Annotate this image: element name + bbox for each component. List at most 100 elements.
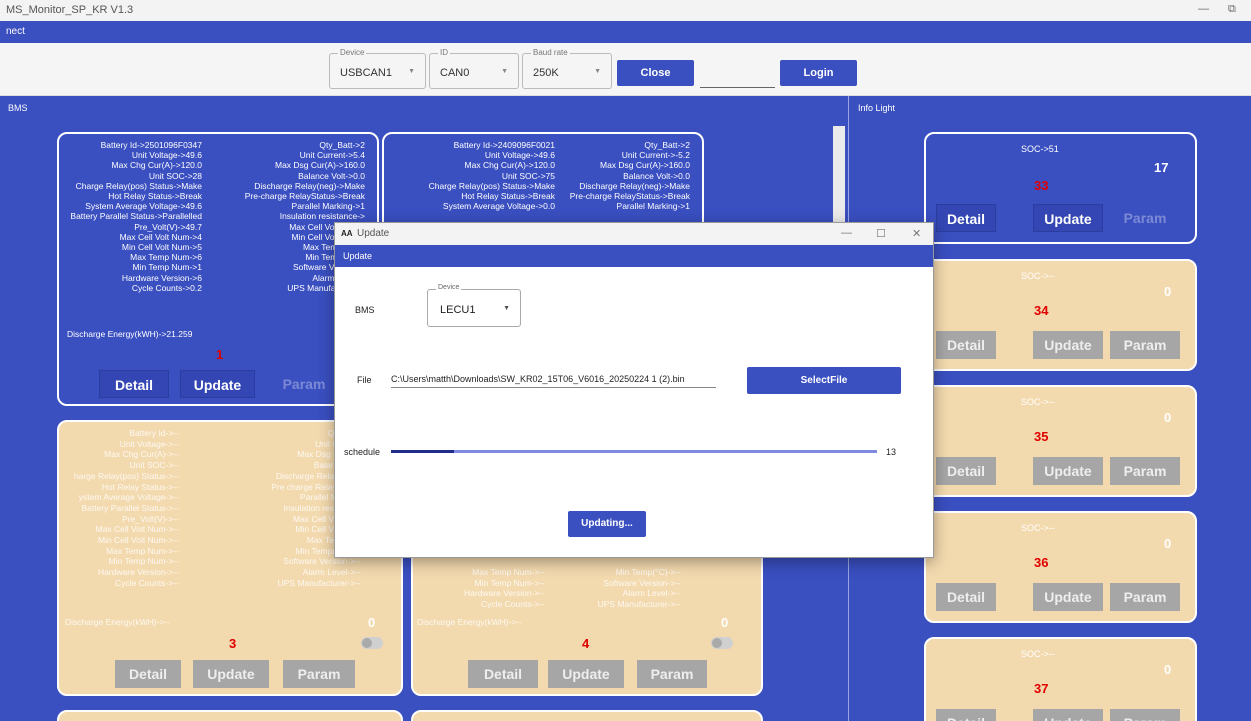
info-card-number: 37 <box>1034 681 1049 696</box>
param-button[interactable]: Param <box>1110 331 1180 359</box>
select-file-button[interactable]: SelectFile <box>747 367 901 394</box>
update-button[interactable]: Update <box>193 660 269 688</box>
login-input[interactable] <box>700 87 775 88</box>
battery-field: Discharge Relay(neg)->Make <box>254 180 365 191</box>
info-card-34: SOC->-- 0 34 Detail Update Param <box>924 259 1197 371</box>
restore-button[interactable]: ⧉ <box>1228 3 1236 16</box>
updating-button[interactable]: Updating... <box>568 511 646 537</box>
param-button[interactable]: Param <box>637 660 707 688</box>
param-button[interactable]: Param <box>1110 709 1180 721</box>
battery-field: Pre_Volt(V)->49.7 <box>134 221 202 232</box>
battery-field: Hot Relay Status->Break <box>461 191 555 201</box>
device-select[interactable]: Device USBCAN1 ▼ <box>329 48 426 89</box>
battery-field: Balance Volt->0.0 <box>623 170 690 181</box>
menu-connect[interactable]: nect <box>6 26 25 37</box>
battery-field: Cycle Counts->-- <box>114 577 179 588</box>
param-button[interactable]: Param <box>265 370 343 398</box>
battery-card-number: 4 <box>582 636 590 651</box>
info-light-section-label: Info Light <box>858 103 896 113</box>
update-button[interactable]: Update <box>180 370 255 398</box>
battery-field: Hardware Version->-- <box>463 588 545 599</box>
detail-button[interactable]: Detail <box>99 370 169 398</box>
battery-field: Max Cell Volt Num->4 <box>119 231 202 242</box>
battery-toggle[interactable] <box>361 637 383 649</box>
update-button[interactable]: Update <box>1033 331 1103 359</box>
update-progress-bar <box>391 450 877 453</box>
update-button[interactable]: Update <box>1033 583 1103 611</box>
battery-field: harge Relay(pos) Status->-- <box>73 470 179 481</box>
dialog-maximize-button[interactable]: ☐ <box>876 227 886 240</box>
battery-field: Battery Id->2501096F0347 <box>100 140 202 150</box>
discharge-energy-field: Discharge Energy(kWH)->-- <box>65 617 171 627</box>
soc-label: SOC->51 <box>1021 144 1059 154</box>
battery-field: System Average Voltage->0.0 <box>442 201 555 212</box>
minimize-button[interactable]: — <box>1198 3 1209 15</box>
dialog-titlebar: AA Update — ☐ ✕ <box>335 223 933 245</box>
soc-label: SOC->-- <box>1021 397 1055 407</box>
chevron-down-icon: ▼ <box>501 68 508 75</box>
param-button[interactable]: Param <box>1110 204 1180 232</box>
info-card-35: SOC->-- 0 35 Detail Update Param <box>924 385 1197 497</box>
close-connection-button[interactable]: Close <box>617 60 694 86</box>
battery-field: Unit Voltage->-- <box>119 438 179 449</box>
battery-field: Alarm Level->-- <box>302 567 361 578</box>
battery-field: Hot Relay Status->-- <box>101 481 179 492</box>
battery-field: Unit Current->5.4 <box>299 150 365 161</box>
bms-scrollbar[interactable] <box>833 126 845 236</box>
device-select-label: Device <box>338 48 367 57</box>
battery-field: Software Version->-- <box>603 577 681 588</box>
id-select-label: ID <box>438 48 450 57</box>
baud-rate-select[interactable]: Baud rate 250K ▼ <box>522 48 612 89</box>
soc-label: SOC->-- <box>1021 523 1055 533</box>
dialog-minimize-button[interactable]: — <box>841 227 852 239</box>
battery-toggle[interactable] <box>711 637 733 649</box>
chevron-down-icon: ▼ <box>408 68 415 75</box>
info-card-37: SOC->-- 0 37 Detail Update Param <box>924 637 1197 721</box>
update-dialog: AA Update — ☐ ✕ Update BMS Device LECU1 … <box>334 222 934 558</box>
param-button[interactable]: Param <box>1110 583 1180 611</box>
detail-button[interactable]: Detail <box>936 583 996 611</box>
battery-field: Min Temp Num->1 <box>132 262 202 273</box>
battery-card-1: Battery Id->2501096F0347 Unit Voltage->49… <box>57 132 379 406</box>
update-button[interactable]: Update <box>1033 204 1103 232</box>
battery-field: Max Dsg Cur(A)->160.0 <box>600 160 690 171</box>
battery-field: Qty_Batt->2 <box>644 140 690 150</box>
battery-card-value: 0 <box>721 615 729 630</box>
battery-field: Parallel Marking->1 <box>616 201 690 212</box>
battery-field: Max Chg Cur(A)->-- <box>104 449 179 460</box>
battery-card-value: 0 <box>368 615 376 630</box>
soc-label: SOC->-- <box>1021 271 1055 281</box>
battery-field: Qty_Batt->2 <box>319 140 365 150</box>
dialog-header: Update <box>335 245 933 267</box>
login-button[interactable]: Login <box>780 60 857 86</box>
file-path-input[interactable]: C:\Users\matth\Downloads\SW_KR02_15T06_V… <box>391 374 716 388</box>
battery-field: Unit Current->-5.2 <box>621 150 690 161</box>
bms-label: BMS <box>355 305 375 315</box>
info-card-value: 0 <box>1164 410 1172 425</box>
detail-button[interactable]: Detail <box>936 331 996 359</box>
update-button[interactable]: Update <box>1033 709 1103 721</box>
file-label: File <box>357 375 372 385</box>
update-button[interactable]: Update <box>548 660 624 688</box>
battery-field: Unit Voltage->49.6 <box>131 150 202 161</box>
dialog-close-button[interactable]: ✕ <box>912 227 921 240</box>
battery-field: Battery Parallel Status->-- <box>81 502 179 513</box>
chevron-down-icon: ▼ <box>594 68 601 75</box>
battery-field: Max Chg Cur(A)->120.0 <box>111 160 202 171</box>
update-button[interactable]: Update <box>1033 457 1103 485</box>
battery-field: Unit SOC->28 <box>148 170 202 181</box>
detail-button[interactable]: Detail <box>468 660 538 688</box>
detail-button[interactable]: Detail <box>115 660 181 688</box>
battery-field: Max Temp Num->-- <box>106 545 179 556</box>
id-select[interactable]: ID CAN0 ▼ <box>429 48 519 89</box>
param-button[interactable]: Param <box>1110 457 1180 485</box>
battery-field: Discharge Relay(neg)->Make <box>579 180 690 191</box>
detail-button[interactable]: Detail <box>936 457 996 485</box>
dialog-device-select[interactable]: Device LECU1 ▼ <box>427 284 521 327</box>
battery-field: Unit SOC->-- <box>129 460 179 471</box>
param-button[interactable]: Param <box>283 660 355 688</box>
detail-button[interactable]: Detail <box>936 709 996 721</box>
detail-button[interactable]: Detail <box>936 204 996 232</box>
dialog-header-label: Update <box>343 251 373 261</box>
discharge-energy-field: Discharge Energy(kWH)->-- <box>417 617 523 627</box>
